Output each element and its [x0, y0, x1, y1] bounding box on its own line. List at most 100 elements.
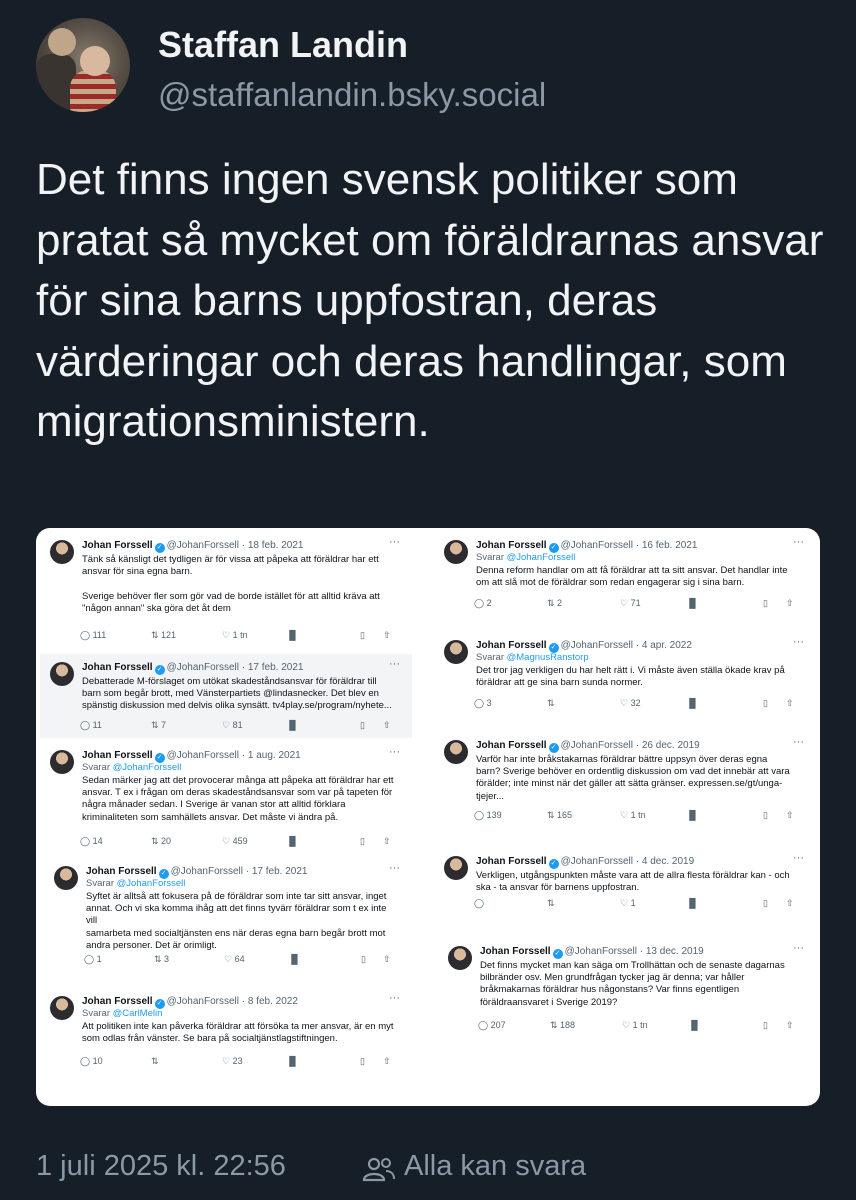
embedded-tweet[interactable]: Johan Forssell ✓ @JohanForssell · 17 feb. …	[40, 654, 412, 738]
bookmark-icon[interactable]: ▯	[763, 598, 768, 609]
tweet-reply-to: Svarar @JohanForssell	[86, 878, 186, 889]
share-icon[interactable]: ⇧	[786, 598, 794, 609]
reply-icon[interactable]: ◯ 139	[474, 810, 502, 821]
tweet-text: Verkligen, utgångspunkten måste vara att…	[476, 870, 790, 894]
views-icon[interactable]: ▐▌	[686, 810, 699, 820]
tweet-avatar[interactable]	[50, 540, 74, 564]
repost-icon[interactable]: ⇅ 2	[547, 598, 562, 609]
embedded-tweet[interactable]: Johan Forssell ✓ @JohanForssell · 16 feb. …	[434, 532, 816, 616]
post-timestamp[interactable]: 1 juli 2025 kl. 22:56	[36, 1150, 286, 1183]
like-icon[interactable]: ♡ 32	[620, 698, 641, 709]
tweet-avatar[interactable]	[50, 750, 74, 774]
reply-icon[interactable]: ◯ 1	[84, 954, 102, 965]
reply-icon[interactable]: ◯ 11	[80, 720, 102, 731]
more-icon[interactable]: ···	[389, 992, 400, 1004]
bookmark-icon[interactable]: ▯	[360, 720, 365, 731]
embedded-screenshot[interactable]: Johan Forssell ✓ @JohanForssell · 18 feb. …	[36, 528, 820, 1106]
reply-icon[interactable]: ◯ 14	[80, 836, 103, 847]
tweet-avatar[interactable]	[50, 662, 74, 686]
tweet-avatar[interactable]	[444, 540, 468, 564]
views-icon[interactable]: ▐▌	[686, 898, 699, 908]
embedded-tweet[interactable]: Johan Forssell ✓ @JohanForssell · 8 feb. 2…	[40, 988, 412, 1074]
like-icon[interactable]: ♡ 459	[222, 836, 248, 847]
reply-icon[interactable]: ◯	[474, 898, 484, 909]
bookmark-icon[interactable]: ▯	[360, 836, 365, 847]
embedded-tweet[interactable]: Johan Forssell ✓ @JohanForssell · 4 apr. 2…	[434, 632, 816, 716]
more-icon[interactable]: ···	[793, 942, 804, 954]
more-icon[interactable]: ···	[389, 746, 400, 758]
bookmark-icon[interactable]: ▯	[361, 954, 366, 965]
reply-icon[interactable]: ◯ 207	[478, 1020, 506, 1031]
tweet-avatar[interactable]	[54, 866, 78, 890]
views-icon[interactable]: ▐▌	[286, 836, 299, 846]
views-icon[interactable]: ▐▌	[286, 1056, 299, 1066]
reply-icon[interactable]: ◯ 2	[474, 598, 492, 609]
repost-icon[interactable]: ⇅ 3	[154, 954, 169, 965]
repost-icon[interactable]: ⇅ 121	[151, 630, 176, 641]
views-icon[interactable]: ▐▌	[686, 598, 699, 608]
like-icon[interactable]: ♡ 1 tn	[622, 1020, 648, 1031]
share-icon[interactable]: ⇧	[383, 836, 391, 847]
reply-setting[interactable]: Alla kan svara	[404, 1150, 586, 1183]
share-icon[interactable]: ⇧	[383, 954, 391, 965]
views-icon[interactable]: ▐▌	[286, 720, 299, 730]
share-icon[interactable]: ⇧	[786, 898, 794, 909]
share-icon[interactable]: ⇧	[383, 630, 391, 641]
bookmark-icon[interactable]: ▯	[763, 898, 768, 909]
like-icon[interactable]: ♡ 1 tn	[222, 630, 248, 641]
more-icon[interactable]: ···	[389, 658, 400, 670]
share-icon[interactable]: ⇧	[383, 1056, 391, 1067]
author-avatar[interactable]	[36, 18, 130, 112]
bookmark-icon[interactable]: ▯	[360, 630, 365, 641]
like-icon[interactable]: ♡ 1	[620, 898, 636, 909]
more-icon[interactable]: ···	[793, 736, 804, 748]
tweet-avatar[interactable]	[444, 640, 468, 664]
share-icon[interactable]: ⇧	[786, 810, 794, 821]
repost-icon[interactable]: ⇅	[151, 1056, 159, 1067]
more-icon[interactable]: ···	[793, 852, 804, 864]
repost-icon[interactable]: ⇅	[547, 898, 555, 909]
embedded-tweet[interactable]: Johan Forssell ✓ @JohanForssell · 1 aug. 2…	[40, 742, 412, 854]
share-icon[interactable]: ⇧	[383, 720, 391, 731]
views-icon[interactable]: ▐▌	[288, 954, 301, 964]
like-icon[interactable]: ♡ 64	[224, 954, 245, 965]
tweet-header: Johan Forssell ✓ @JohanForssell · 26 dec. …	[476, 740, 700, 753]
bookmark-icon[interactable]: ▯	[763, 698, 768, 709]
repost-icon[interactable]: ⇅ 165	[547, 810, 572, 821]
author-name[interactable]: Staffan Landin	[158, 24, 408, 66]
reply-icon[interactable]: ◯ 10	[80, 1056, 103, 1067]
tweet-avatar[interactable]	[50, 996, 74, 1020]
embedded-tweet[interactable]: Johan Forssell ✓ @JohanForssell · 4 dec. 2…	[434, 848, 816, 916]
repost-icon[interactable]: ⇅	[547, 698, 555, 709]
more-icon[interactable]: ···	[793, 636, 804, 648]
more-icon[interactable]: ···	[793, 536, 804, 548]
author-handle[interactable]: @staffanlandin.bsky.social	[158, 76, 546, 114]
embedded-tweet[interactable]: Johan Forssell ✓ @JohanForssell · 13 dec. …	[438, 938, 816, 1038]
embedded-tweet[interactable]: Johan Forssell ✓ @JohanForssell · 18 feb. …	[40, 532, 412, 648]
like-icon[interactable]: ♡ 23	[222, 1056, 243, 1067]
bookmark-icon[interactable]: ▯	[763, 1020, 768, 1031]
share-icon[interactable]: ⇧	[786, 698, 794, 709]
reply-icon[interactable]: ◯ 111	[80, 630, 106, 641]
share-icon[interactable]: ⇧	[786, 1020, 794, 1031]
views-icon[interactable]: ▐▌	[688, 1020, 701, 1030]
more-icon[interactable]: ···	[389, 862, 400, 874]
views-icon[interactable]: ▐▌	[286, 630, 299, 640]
tweet-avatar[interactable]	[448, 946, 472, 970]
repost-icon[interactable]: ⇅ 188	[550, 1020, 575, 1031]
repost-icon[interactable]: ⇅ 7	[151, 720, 166, 731]
more-icon[interactable]: ···	[389, 536, 400, 548]
like-icon[interactable]: ♡ 1 tn	[620, 810, 646, 821]
like-icon[interactable]: ♡ 81	[222, 720, 243, 731]
tweet-avatar[interactable]	[444, 740, 468, 764]
repost-icon[interactable]: ⇅ 20	[151, 836, 171, 847]
tweet-author: Johan Forssell	[476, 856, 547, 867]
tweet-avatar[interactable]	[444, 856, 468, 880]
embedded-tweet[interactable]: Johan Forssell ✓ @JohanForssell · 26 dec. …	[434, 732, 816, 828]
reply-icon[interactable]: ◯ 3	[474, 698, 492, 709]
bookmark-icon[interactable]: ▯	[360, 1056, 365, 1067]
like-icon[interactable]: ♡ 71	[620, 598, 641, 609]
bookmark-icon[interactable]: ▯	[763, 810, 768, 821]
embedded-tweet[interactable]: Johan Forssell ✓ @JohanForssell · 17 feb. …	[44, 858, 412, 972]
views-icon[interactable]: ▐▌	[686, 698, 699, 708]
